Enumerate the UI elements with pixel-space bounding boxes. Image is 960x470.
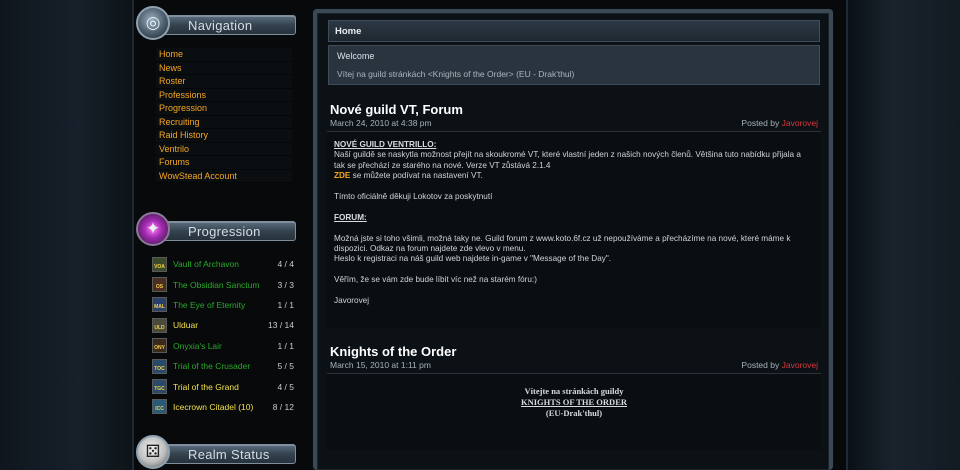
closing-text: Věřím, že se vám zde bude líbit víc než …: [334, 275, 537, 285]
raid-vault-of-archavon-icon: VOA: [152, 256, 167, 272]
background-left: [0, 0, 132, 470]
ventrilo-heading: NOVÉ GUILD VENTRILLO:: [334, 140, 437, 149]
welcome-banner: Vítejte na stránkách guildy KNIGHTS OF T…: [334, 382, 814, 419]
progression-raid-name: Trial of the Crusader: [173, 361, 251, 372]
progression-raid-count: 1 / 1: [277, 299, 294, 310]
forum-heading: FORUM:: [334, 212, 367, 222]
raid-trial-of-the-crusader-icon: TOC: [152, 358, 167, 374]
ventrilo-link-line: ZDE se můžete podívat na nastavení VT.: [334, 171, 814, 181]
navigation-box: ◎ Navigation: [134, 4, 298, 40]
navigation-title: Navigation: [188, 18, 253, 33]
progression-raid-name: Ulduar: [173, 320, 199, 331]
nav-item-roster[interactable]: Roster: [156, 75, 292, 89]
posted-by-label: Posted by: [741, 360, 780, 370]
banner-line-1: Vítejte na stránkách guildy: [524, 386, 624, 396]
welcome-box: Welcome Vítej na guild stránkách <Knight…: [328, 45, 820, 85]
raid-icecrown-citadel-icon: ICC: [152, 399, 167, 415]
progression-raid-name: The Eye of Eternity: [173, 299, 246, 310]
thanks-text: Tímto oficiálně děkuji Lokotov za poskyt…: [334, 192, 493, 202]
breadcrumb-home-link[interactable]: Home: [335, 26, 361, 37]
raid-ulduar-icon: ULD: [152, 317, 167, 333]
nav-item-ventrilo[interactable]: Ventrilo: [156, 142, 292, 156]
breadcrumb: Home: [328, 20, 820, 42]
post-author-link[interactable]: Javorovej: [782, 118, 818, 128]
raid-eye-of-eternity-icon: MAL: [152, 297, 167, 313]
progression-header: ✦ Progression: [134, 210, 298, 246]
nav-item-raid-history[interactable]: Raid History: [156, 129, 292, 143]
nav-item-progression[interactable]: Progression: [156, 102, 292, 116]
post-body: NOVÉ GUILD VENTRILLO: Naší guildě se nas…: [327, 131, 821, 328]
progression-row[interactable]: OS The Obsidian Sanctum 3 / 3: [152, 274, 294, 294]
forum-text: Možná jste si toho všimli, možná taky ne…: [334, 233, 791, 254]
progression-raid-count: 13 / 14: [268, 320, 294, 331]
navigation-menu: Home News Roster Professions Progression…: [156, 48, 292, 183]
banner-line-2: KNIGHTS OF THE ORDER: [520, 397, 628, 407]
signature: Javorovej: [334, 296, 370, 306]
welcome-text: Vítej na guild stránkách <Knights of the…: [337, 69, 575, 79]
realm-status-title: Realm Status: [188, 447, 270, 462]
nav-item-recruiting[interactable]: Recruiting: [156, 115, 292, 129]
zde-text: se můžete podívat na nastavení VT.: [350, 171, 483, 181]
sidebar: ◎ Navigation Home News Roster Profession…: [134, 0, 298, 470]
progression-raid-name: Onyxia's Lair: [173, 340, 222, 351]
raid-trial-of-the-grand-icon: TGC: [152, 379, 167, 395]
progression-raid-count: 5 / 5: [277, 361, 294, 372]
post-date: March 15, 2010 at 1:11 pm: [330, 360, 431, 370]
progression-title: Progression: [188, 224, 261, 239]
post-body: Vítejte na stránkách guildy KNIGHTS OF T…: [327, 373, 821, 450]
post-author-link[interactable]: Javorovej: [782, 360, 818, 370]
navigation-globe-icon: ◎: [136, 6, 170, 40]
progression-row[interactable]: ONY Onyxia's Lair 1 / 1: [152, 336, 294, 356]
realm-status-box: ⚄ Realm Status: [134, 433, 298, 469]
nav-item-news[interactable]: News: [156, 61, 292, 75]
nav-item-wowstead-account[interactable]: WowStead Account: [156, 169, 292, 183]
progression-row[interactable]: TOC Trial of the Crusader 5 / 5: [152, 356, 294, 376]
dice-icon: ⚄: [136, 435, 170, 469]
progression-raid-count: 8 / 12: [272, 401, 294, 412]
progression-raid-count: 1 / 1: [277, 340, 294, 351]
progression-row[interactable]: MAL The Eye of Eternity 1 / 1: [152, 295, 294, 315]
progression-raid-name: Icecrown Citadel (10): [173, 401, 254, 412]
progression-row[interactable]: ULD Ulduar 13 / 14: [152, 315, 294, 335]
post-byline: Posted by Javorovej: [741, 360, 818, 370]
progression-row[interactable]: TGC Trial of the Grand 4 / 5: [152, 376, 294, 396]
progression-box: ✦ Progression: [134, 210, 298, 246]
post-byline: Posted by Javorovej: [741, 118, 818, 128]
progression-raid-name: Vault of Archavon: [173, 259, 239, 270]
banner-line-3: (EU-Drak'thul): [545, 408, 603, 418]
progression-raid-count: 4 / 4: [277, 259, 294, 270]
progression-list: VOA Vault of Archavon 4 / 4 OS The Obsid…: [152, 254, 294, 417]
progression-row[interactable]: ICC Icecrown Citadel (10) 8 / 12: [152, 397, 294, 417]
background-right: [848, 0, 960, 470]
ventrilo-text: Naší guildě se naskytla možnost přejít n…: [334, 150, 801, 170]
post-title[interactable]: Knights of the Order: [330, 344, 456, 359]
navigation-header: ◎ Navigation: [134, 4, 298, 40]
forum-password-text: Heslo k registraci na náš guild web najd…: [334, 254, 612, 264]
progression-raid-count: 4 / 5: [277, 381, 294, 392]
progression-raid-count: 3 / 3: [277, 279, 294, 290]
realm-status-header: ⚄ Realm Status: [134, 433, 298, 469]
nav-item-home[interactable]: Home: [156, 48, 292, 62]
progression-orb-icon: ✦: [136, 212, 170, 246]
raid-onyxias-lair-icon: ONY: [152, 338, 167, 354]
zde-link[interactable]: ZDE: [334, 171, 350, 180]
nav-item-professions[interactable]: Professions: [156, 88, 292, 102]
nav-item-forums[interactable]: Forums: [156, 156, 292, 170]
welcome-title: Welcome: [337, 51, 375, 61]
post-title[interactable]: Nové guild VT, Forum: [330, 102, 463, 117]
posted-by-label: Posted by: [741, 118, 780, 128]
progression-raid-name: Trial of the Grand: [173, 381, 239, 392]
progression-raid-name: The Obsidian Sanctum: [173, 279, 260, 290]
post-date: March 24, 2010 at 4:38 pm: [330, 118, 432, 128]
progression-row[interactable]: VOA Vault of Archavon 4 / 4: [152, 254, 294, 274]
raid-obsidian-sanctum-icon: OS: [152, 277, 167, 293]
